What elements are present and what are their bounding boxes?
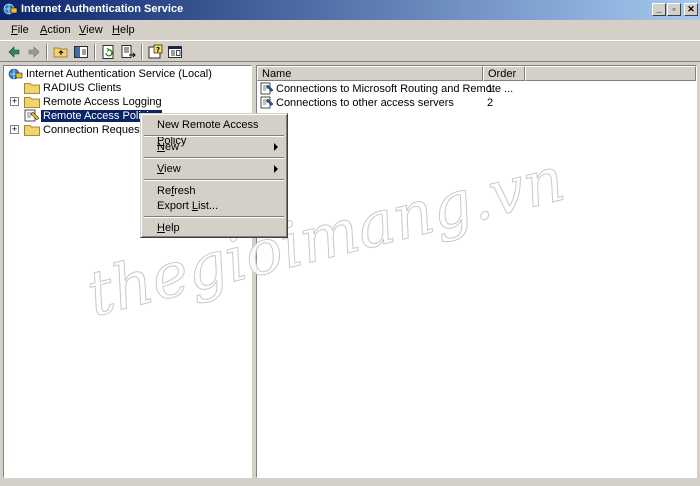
menu-item-refresh[interactable]: Refresh [144, 183, 284, 199]
show-hide-tree-icon[interactable] [73, 44, 89, 60]
tree-root[interactable]: Internet Authentication Service (Local) [6, 67, 246, 81]
menu-help[interactable]: Help [112, 24, 135, 36]
menu-help-mnemonic: H [112, 24, 120, 36]
toolbar: ? [0, 40, 700, 62]
refresh-icon[interactable] [100, 44, 116, 60]
back-arrow-icon[interactable] [6, 44, 22, 60]
menu-help-rest: elp [119, 24, 135, 36]
up-folder-icon[interactable] [53, 44, 69, 60]
menu-item-rest: resh [174, 185, 196, 197]
policy-order: 2 [487, 97, 494, 109]
policy-icon [260, 96, 274, 109]
column-header-name[interactable]: Name [257, 66, 483, 81]
close-button[interactable]: ✕ [684, 3, 698, 16]
menu-item-prefix: Re [157, 185, 172, 197]
title-bar: Internet Authentication Service _ ▫ ✕ [0, 0, 700, 20]
menu-action[interactable]: Action [40, 24, 71, 36]
maximize-button[interactable]: ▫ [667, 3, 681, 16]
expand-toggle[interactable]: + [10, 125, 19, 134]
menu-item-rest: elp [164, 222, 180, 234]
menu-item-new[interactable]: New [144, 139, 284, 155]
menu-view[interactable]: View [79, 24, 103, 36]
ias-service-icon [8, 68, 23, 80]
window-title: Internet Authentication Service [21, 3, 184, 15]
toolbar-separator [94, 44, 96, 60]
menu-separator [144, 179, 284, 181]
help-icon[interactable]: ? [147, 44, 163, 60]
menu-separator [144, 157, 284, 159]
submenu-arrow-icon [274, 143, 278, 151]
menu-item-view[interactable]: View [144, 161, 284, 177]
policy-name: Connections to Microsoft Routing and Rem… [276, 83, 514, 95]
policy-icon [260, 82, 274, 95]
menu-item-export-list[interactable]: Export List... [144, 198, 284, 214]
menu-item-help[interactable]: Help [144, 220, 284, 236]
tree-item-label: Remote Access Logging [43, 96, 162, 108]
export-list-icon[interactable] [120, 44, 136, 60]
status-bar [0, 480, 700, 486]
menu-file-rest: ile [17, 24, 29, 36]
menu-item-rest: iew [164, 163, 181, 175]
submenu-arrow-icon [274, 165, 278, 173]
menu-action-rest: ction [47, 24, 71, 36]
list-item[interactable]: Connections to Microsoft Routing and Rem… [257, 82, 695, 96]
menu-item-rest: ew [164, 141, 180, 153]
column-header-filler [525, 66, 696, 81]
menu-item-rest: ist... [197, 200, 219, 212]
folder-icon [24, 97, 40, 108]
context-menu: New Remote Access Policy New View Refres… [140, 113, 288, 238]
tree-item-label: RADIUS Clients [43, 82, 122, 94]
menu-item-mnemonic: H [157, 222, 165, 234]
tree-root-label: Internet Authentication Service (Local) [26, 68, 212, 80]
policy-order: 1 [487, 83, 494, 95]
menu-separator [144, 135, 284, 137]
menu-item-prefix: New Remote Access [157, 119, 259, 131]
policy-name: Connections to other access servers [276, 97, 454, 109]
menu-view-rest: iew [86, 24, 103, 36]
forward-arrow-icon[interactable] [26, 44, 42, 60]
properties-icon[interactable] [167, 44, 183, 60]
ias-app-icon [3, 3, 18, 15]
folder-icon [24, 83, 40, 94]
folder-icon [24, 125, 40, 136]
details-list[interactable]: Name Order Connections to Microsoft Rout… [256, 65, 697, 478]
column-header-order[interactable]: Order [483, 66, 525, 81]
expand-toggle[interactable]: + [10, 97, 19, 106]
menu-item-prefix: Export [157, 200, 192, 212]
menu-bar: File Action View Help [0, 20, 700, 40]
toolbar-separator [46, 44, 48, 60]
toolbar-separator [141, 44, 143, 60]
minimize-button[interactable]: _ [652, 3, 666, 16]
menu-file-mnemonic: F [11, 24, 18, 36]
policy-icon [24, 109, 40, 122]
menu-file[interactable]: File [11, 24, 29, 36]
tree-item-radius-clients[interactable]: RADIUS Clients [6, 81, 246, 95]
menu-item-new-remote-access-policy[interactable]: New Remote Access Policy [144, 117, 284, 147]
svg-text:?: ? [156, 46, 160, 54]
list-item[interactable]: Connections to other access servers 2 [257, 96, 695, 110]
menu-separator [144, 216, 284, 218]
tree-item-remote-access-logging[interactable]: + Remote Access Logging [6, 95, 246, 109]
menu-item-mnemonic: N [157, 141, 165, 153]
